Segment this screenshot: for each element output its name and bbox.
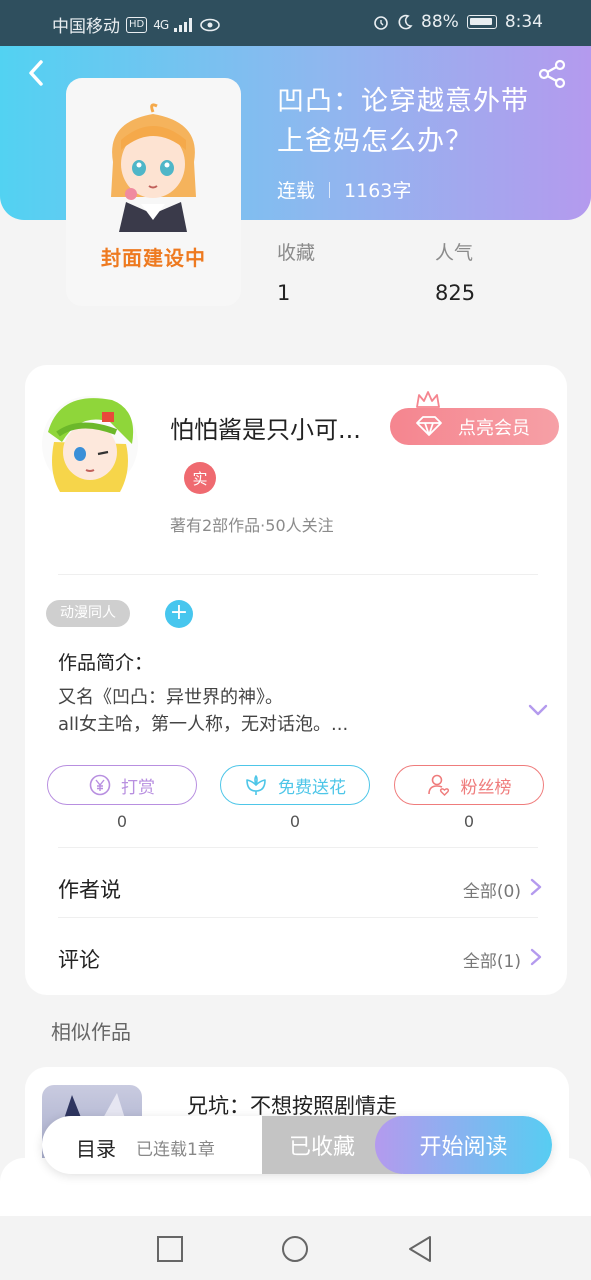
author-avatar[interactable] bbox=[40, 392, 140, 496]
popularity-label: 人气 bbox=[435, 242, 474, 264]
author-works-followers: 著有2部作品·50人关注 bbox=[170, 516, 334, 535]
popularity-value: 825 bbox=[435, 281, 476, 305]
flower-icon bbox=[246, 775, 266, 795]
back-icon[interactable] bbox=[20, 56, 54, 90]
book-meta: 连载 1163字 bbox=[277, 176, 411, 203]
fan-count: 0 bbox=[463, 812, 475, 831]
vip-button-label: 点亮会员 bbox=[458, 417, 530, 439]
home-icon[interactable] bbox=[280, 1234, 310, 1264]
author-say-all[interactable]: 全部(0) bbox=[463, 877, 521, 902]
card-divider bbox=[58, 574, 538, 575]
system-nav-bar bbox=[0, 1216, 591, 1280]
tip-count: 0 bbox=[116, 812, 128, 831]
cover-illustration bbox=[111, 103, 196, 232]
fan-user-icon bbox=[427, 774, 449, 796]
toc-label: 目录 bbox=[76, 1137, 116, 1161]
recent-apps-icon[interactable] bbox=[155, 1234, 185, 1264]
chevron-right-icon[interactable] bbox=[528, 877, 544, 897]
crown-icon bbox=[416, 391, 440, 408]
eye-icon bbox=[200, 18, 220, 31]
light-up-vip-button[interactable]: 点亮会员 bbox=[390, 408, 559, 445]
send-flower-button[interactable]: 免费送花 bbox=[220, 765, 370, 805]
add-tag-button[interactable]: + bbox=[165, 600, 193, 628]
word-count: 1163字 bbox=[344, 180, 412, 202]
card-divider bbox=[58, 917, 538, 918]
start-reading-button[interactable]: 开始阅读 bbox=[375, 1116, 552, 1174]
fan-ranking-label: 粉丝榜 bbox=[460, 777, 512, 798]
cover-placeholder-text: 封面建设中 bbox=[101, 246, 206, 270]
popularity-stat: 人气 825 bbox=[435, 238, 475, 305]
bottom-action-bar: 目录 已连载1章 已收藏 开始阅读 bbox=[42, 1116, 552, 1174]
chapter-count: 已连载1章 bbox=[136, 1140, 215, 1160]
card-divider bbox=[58, 847, 538, 848]
serial-status: 连载 bbox=[277, 180, 316, 202]
battery-percent: 88% bbox=[421, 12, 459, 32]
verified-badge: 实 bbox=[184, 462, 216, 494]
yuan-coin-icon bbox=[89, 774, 111, 796]
collect-value: 1 bbox=[277, 281, 291, 305]
signal-icon bbox=[174, 17, 193, 32]
chevron-down-icon[interactable] bbox=[526, 700, 550, 720]
category-tag[interactable]: 动漫同人 bbox=[46, 600, 130, 627]
carrier-label: 中国移动 bbox=[52, 17, 120, 37]
chevron-right-icon[interactable] bbox=[528, 947, 544, 967]
moon-icon bbox=[398, 14, 413, 30]
clock: 8:34 bbox=[504, 12, 543, 32]
alarm-icon bbox=[374, 16, 388, 30]
book-title: 凹凸：论穿越意外带上爸妈怎么办？ bbox=[277, 86, 529, 157]
network-label: 4G bbox=[153, 17, 169, 32]
hd-badge: HD bbox=[126, 16, 148, 33]
tip-button[interactable]: 打赏 bbox=[47, 765, 197, 805]
comments-all[interactable]: 全部(1) bbox=[463, 947, 521, 972]
author-name[interactable]: 怕怕酱是只小可... bbox=[170, 410, 375, 445]
comments-label: 评论 bbox=[58, 948, 100, 972]
meta-divider bbox=[329, 181, 331, 198]
similar-works-heading: 相似作品 bbox=[51, 1020, 131, 1044]
intro-label: 作品简介： bbox=[58, 652, 154, 674]
fan-ranking-button[interactable]: 粉丝榜 bbox=[394, 765, 544, 805]
collect-stat: 收藏 1 bbox=[277, 238, 315, 305]
status-bar: 中国移动 HD 4G 88% 8:34 bbox=[0, 0, 591, 46]
send-flower-label: 免费送花 bbox=[278, 777, 346, 798]
book-cover[interactable]: 封面建设中 bbox=[66, 78, 241, 306]
flower-count: 0 bbox=[289, 812, 301, 831]
author-say-label: 作者说 bbox=[58, 878, 121, 902]
back-nav-icon[interactable] bbox=[405, 1234, 435, 1264]
tip-label: 打赏 bbox=[121, 777, 155, 798]
collect-label: 收藏 bbox=[277, 242, 316, 264]
diamond-icon bbox=[416, 416, 442, 436]
intro-text: 又名《凹凸：异世界的神》。 all女主哈，第一人称，无对话泡。... bbox=[58, 687, 349, 735]
battery-icon bbox=[466, 15, 497, 29]
